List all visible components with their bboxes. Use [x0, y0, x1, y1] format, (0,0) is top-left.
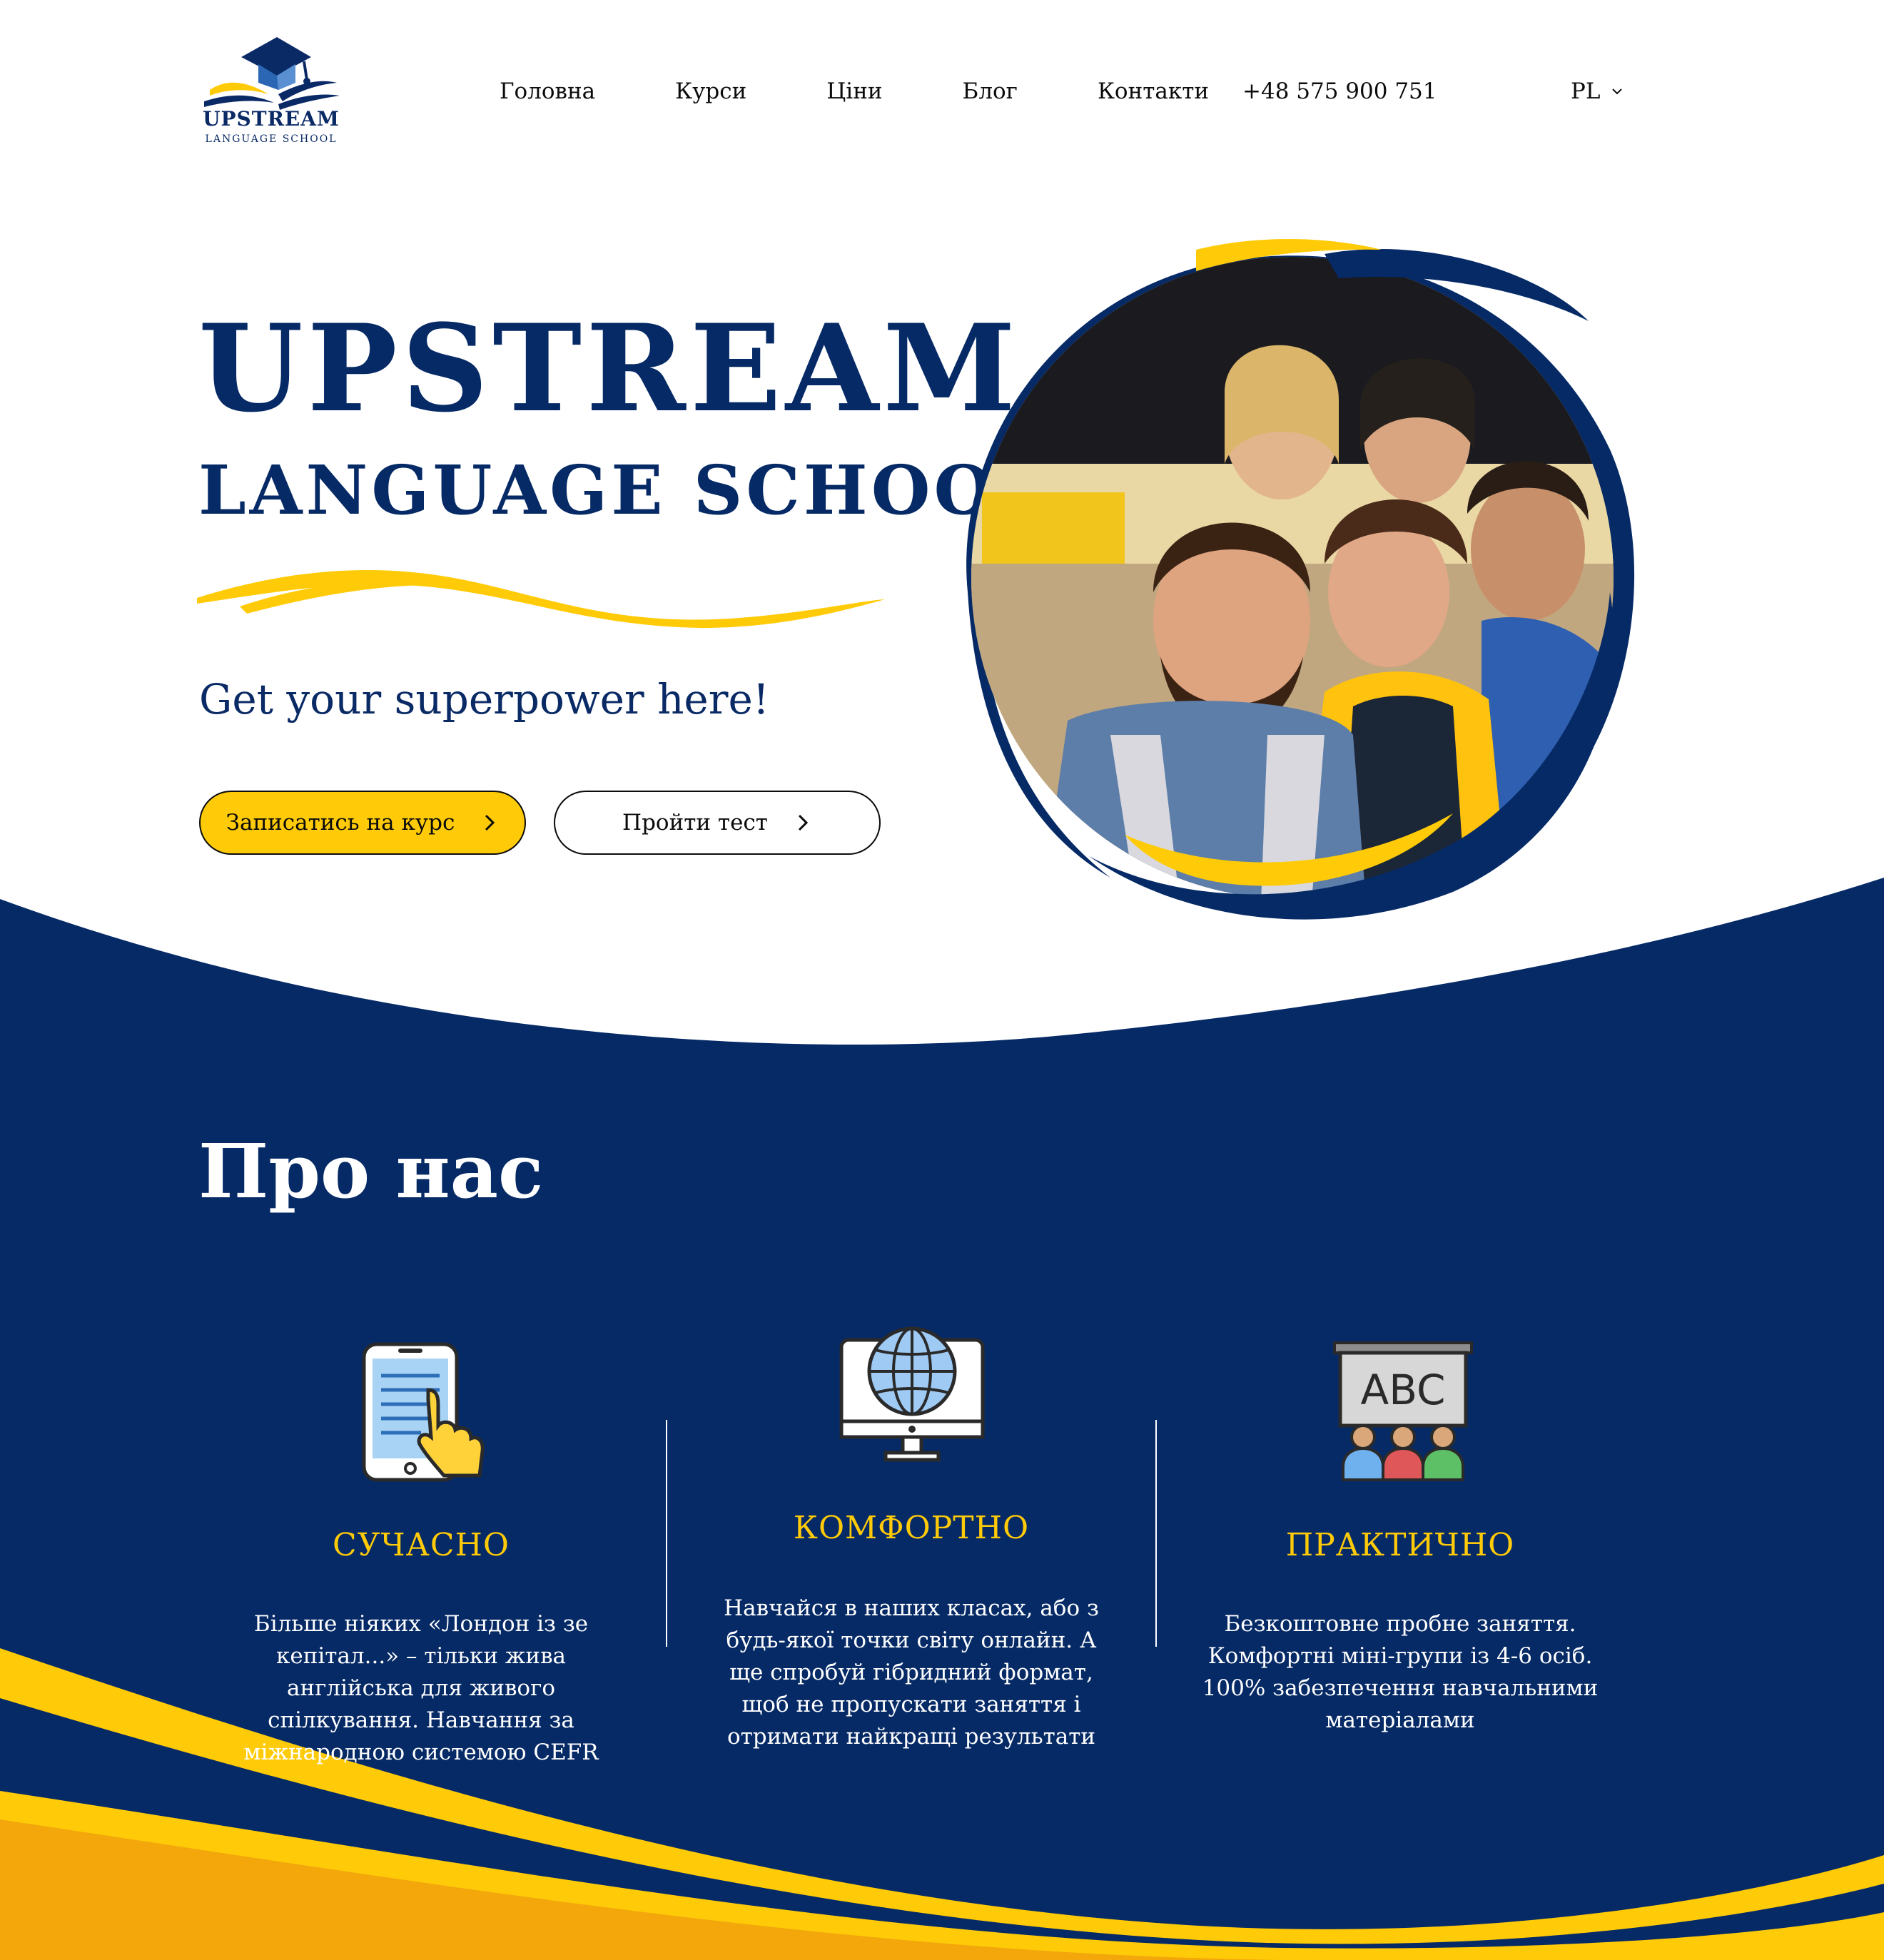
feature-modern-title: СУЧАСНО	[333, 1527, 510, 1563]
nav-courses[interactable]: Курси	[675, 78, 746, 104]
logo-subtitle: LANGUAGE SCHOOL	[205, 133, 338, 145]
take-test-button[interactable]: Пройти тест	[554, 791, 881, 855]
chevron-down-icon	[1612, 88, 1623, 95]
logo-name: UPSTREAM	[203, 107, 340, 131]
yellow-swoosh-decoration	[197, 570, 885, 628]
feature-practical-text: Безкоштовне пробне заняття. Комфортні мі…	[1202, 1611, 1599, 1733]
hero-title: UPSTREAM	[198, 298, 1020, 439]
feature-comfort-text: Навчайся в наших класах, або з будь-якої…	[724, 1595, 1099, 1750]
language-label: PL	[1571, 78, 1601, 104]
nav-contacts[interactable]: Контакти	[1098, 78, 1209, 104]
nav-blog[interactable]: Блог	[963, 78, 1018, 104]
chevron-right-icon	[798, 814, 809, 831]
phone-link[interactable]: +48 575 900 751	[1242, 78, 1437, 104]
divider	[1155, 1420, 1157, 1647]
take-test-label: Пройти тест	[622, 810, 768, 836]
about-title: Про нас	[198, 1127, 544, 1215]
computer-globe-icon	[839, 1326, 985, 1462]
tablet-touch-icon	[362, 1342, 485, 1482]
classroom-abc-icon: ABC	[1333, 1341, 1473, 1481]
chevron-right-icon	[485, 814, 495, 831]
nav-prices[interactable]: Ціни	[826, 78, 882, 104]
hero-subtitle: LANGUAGE SCHOOL	[198, 451, 1048, 530]
language-selector[interactable]: PL	[1571, 78, 1624, 104]
abc-board-text: ABC	[1361, 1366, 1446, 1414]
feature-modern-text: Більше ніяких «Лондон із зе кепітал...» …	[243, 1611, 599, 1765]
feature-practical-title: ПРАКТИЧНО	[1285, 1527, 1515, 1563]
feature-comfort-title: КОМФОРТНО	[793, 1510, 1030, 1546]
divider	[666, 1420, 667, 1647]
hero-tagline: Get your superpower here!	[199, 675, 770, 723]
main-nav: Головна Курси Ціни Блог Контакти	[500, 78, 1209, 104]
students-photo	[966, 239, 1635, 920]
nav-home[interactable]: Головна	[500, 78, 595, 104]
enroll-course-button[interactable]: Записатись на курс	[199, 791, 526, 855]
enroll-button-label: Записатись на курс	[226, 810, 455, 836]
